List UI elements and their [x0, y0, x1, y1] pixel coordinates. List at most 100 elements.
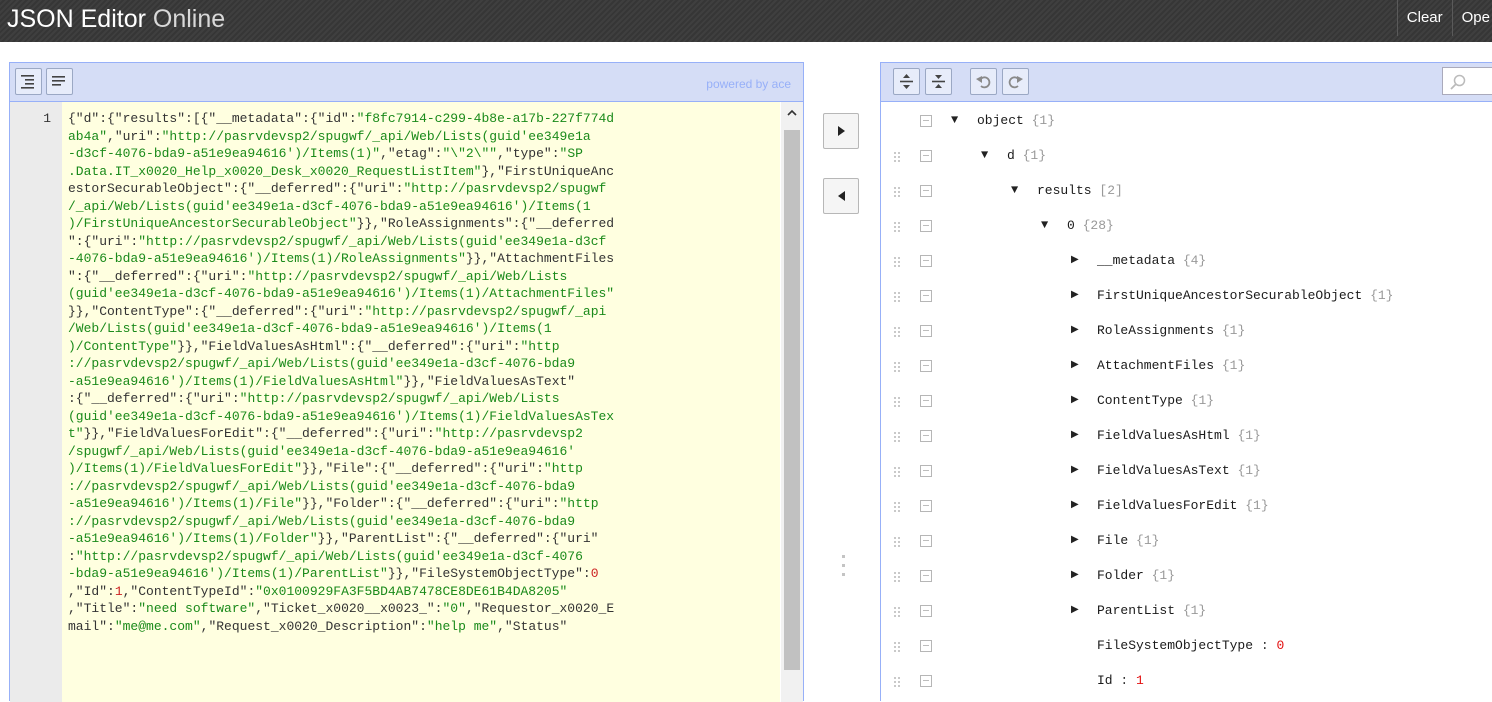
tree-node-id[interactable]: Id : 1	[881, 670, 1492, 694]
node-key[interactable]: ParentList {1}	[1097, 603, 1206, 618]
node-key[interactable]: 0 {28}	[1067, 218, 1114, 233]
context-menu-button[interactable]	[920, 150, 932, 162]
context-menu-button[interactable]	[920, 570, 932, 582]
node-key[interactable]: File {1}	[1097, 533, 1159, 548]
context-menu-button[interactable]	[920, 255, 932, 267]
collapse-arrow-icon[interactable]: ▼	[1041, 218, 1048, 232]
redo-button[interactable]	[1002, 68, 1029, 95]
node-key-text[interactable]: AttachmentFiles	[1097, 358, 1214, 373]
context-menu-button[interactable]	[920, 675, 932, 687]
expand-arrow-icon[interactable]: ▶	[1071, 499, 1079, 511]
drag-handle-icon[interactable]	[893, 431, 901, 443]
scrollbar-thumb[interactable]	[784, 130, 800, 670]
expand-arrow-icon[interactable]: ▶	[1071, 394, 1079, 406]
drag-handle-icon[interactable]	[893, 326, 901, 338]
collapse-arrow-icon[interactable]: ▼	[981, 148, 988, 162]
expand-arrow-icon[interactable]: ▶	[1071, 569, 1079, 581]
node-key-text[interactable]: ParentList	[1097, 603, 1175, 618]
node-key-text[interactable]: FileSystemObjectType	[1097, 638, 1253, 653]
splitter-drag-handle[interactable]	[842, 555, 845, 585]
context-menu-button[interactable]	[920, 185, 932, 197]
node-key[interactable]: object {1}	[977, 113, 1055, 128]
drag-handle-icon[interactable]	[893, 186, 901, 198]
node-key[interactable]: FieldValuesForEdit {1}	[1097, 498, 1269, 513]
tree-node-filesystemobjecttype[interactable]: FileSystemObjectType : 0	[881, 635, 1492, 659]
tree-node-folder[interactable]: ▶ Folder {1}	[881, 565, 1492, 589]
context-menu-button[interactable]	[920, 430, 932, 442]
node-value[interactable]: 0	[1276, 638, 1284, 653]
collapse-arrow-icon[interactable]: ▼	[1011, 183, 1018, 197]
compact-button[interactable]	[46, 68, 73, 95]
node-key[interactable]: results [2]	[1037, 183, 1123, 198]
tree-node-file[interactable]: ▶ File {1}	[881, 530, 1492, 554]
node-key-text[interactable]: results	[1037, 183, 1092, 198]
open-button[interactable]: Ope	[1451, 0, 1492, 36]
context-menu-button[interactable]	[920, 535, 932, 547]
drag-handle-icon[interactable]	[893, 396, 901, 408]
context-menu-button[interactable]	[920, 395, 932, 407]
tree-node-contenttype[interactable]: ▶ ContentType {1}	[881, 390, 1492, 414]
drag-handle-icon[interactable]	[893, 466, 901, 478]
node-key[interactable]: Id : 1	[1097, 673, 1144, 688]
context-menu-button[interactable]	[920, 325, 932, 337]
drag-handle-icon[interactable]	[893, 256, 901, 268]
context-menu-button[interactable]	[920, 605, 932, 617]
node-key-text[interactable]: 0	[1067, 218, 1075, 233]
powered-by-ace-link[interactable]: powered by ace	[706, 77, 791, 91]
node-key-text[interactable]: ContentType	[1097, 393, 1183, 408]
node-key-text[interactable]: RoleAssignments	[1097, 323, 1214, 338]
tree-node-parentlist[interactable]: ▶ ParentList {1}	[881, 600, 1492, 624]
node-key-text[interactable]: Folder	[1097, 568, 1144, 583]
node-key[interactable]: Folder {1}	[1097, 568, 1175, 583]
expand-arrow-icon[interactable]: ▶	[1071, 429, 1079, 441]
node-key[interactable]: RoleAssignments {1}	[1097, 323, 1245, 338]
drag-handle-icon[interactable]	[893, 221, 901, 233]
tree-node-metadata[interactable]: ▶ __metadata {4}	[881, 250, 1492, 274]
expand-arrow-icon[interactable]: ▶	[1071, 289, 1079, 301]
context-menu-button[interactable]	[920, 115, 932, 127]
tree-node-roleassignments[interactable]: ▶ RoleAssignments {1}	[881, 320, 1492, 344]
clear-button[interactable]: Clear	[1396, 0, 1452, 36]
drag-handle-icon[interactable]	[893, 151, 901, 163]
node-key[interactable]: AttachmentFiles {1}	[1097, 358, 1245, 373]
node-key-text[interactable]: Id	[1097, 673, 1113, 688]
node-key-text[interactable]: d	[1007, 148, 1015, 163]
expand-arrow-icon[interactable]: ▶	[1071, 534, 1079, 546]
expand-arrow-icon[interactable]: ▶	[1071, 359, 1079, 371]
node-key[interactable]: __metadata {4}	[1097, 253, 1206, 268]
node-key[interactable]: FieldValuesAsHtml {1}	[1097, 428, 1261, 443]
drag-handle-icon[interactable]	[893, 501, 901, 513]
undo-button[interactable]	[970, 68, 997, 95]
node-key[interactable]: FileSystemObjectType : 0	[1097, 638, 1284, 653]
tree-node-fieldvaluesforedit[interactable]: ▶ FieldValuesForEdit {1}	[881, 495, 1492, 519]
expand-all-button[interactable]	[893, 68, 920, 95]
scroll-up-icon[interactable]	[787, 108, 797, 118]
context-menu-button[interactable]	[920, 640, 932, 652]
expand-arrow-icon[interactable]: ▶	[1071, 464, 1079, 476]
context-menu-button[interactable]	[920, 360, 932, 372]
tree-node-firstuniqueancestorsecurableobject[interactable]: ▶ FirstUniqueAncestorSecurableObject {1}	[881, 285, 1492, 309]
context-menu-button[interactable]	[920, 465, 932, 477]
tree-node-fieldvaluesashtml[interactable]: ▶ FieldValuesAsHtml {1}	[881, 425, 1492, 449]
context-menu-button[interactable]	[920, 290, 932, 302]
drag-handle-icon[interactable]	[893, 361, 901, 373]
node-key-text[interactable]: FirstUniqueAncestorSecurableObject	[1097, 288, 1362, 303]
search-input[interactable]	[1442, 67, 1492, 95]
tree-node-attachmentfiles[interactable]: ▶ AttachmentFiles {1}	[881, 355, 1492, 379]
node-key-text[interactable]: File	[1097, 533, 1128, 548]
tree-node-0[interactable]: ▼ 0 {28}	[881, 215, 1492, 239]
expand-arrow-icon[interactable]: ▶	[1071, 324, 1079, 336]
node-key[interactable]: FirstUniqueAncestorSecurableObject {1}	[1097, 288, 1393, 303]
collapse-all-button[interactable]	[925, 68, 952, 95]
node-value[interactable]: 1	[1136, 673, 1144, 688]
drag-handle-icon[interactable]	[893, 606, 901, 618]
node-key[interactable]: ContentType {1}	[1097, 393, 1214, 408]
expand-arrow-icon[interactable]: ▶	[1071, 604, 1079, 616]
context-menu-button[interactable]	[920, 220, 932, 232]
node-key-text[interactable]: FieldValuesAsText	[1097, 463, 1230, 478]
copy-to-tree-button[interactable]	[823, 113, 859, 149]
copy-to-code-button[interactable]	[823, 178, 859, 214]
drag-handle-icon[interactable]	[893, 676, 901, 688]
drag-handle-icon[interactable]	[893, 291, 901, 303]
collapse-arrow-icon[interactable]: ▼	[951, 113, 958, 127]
